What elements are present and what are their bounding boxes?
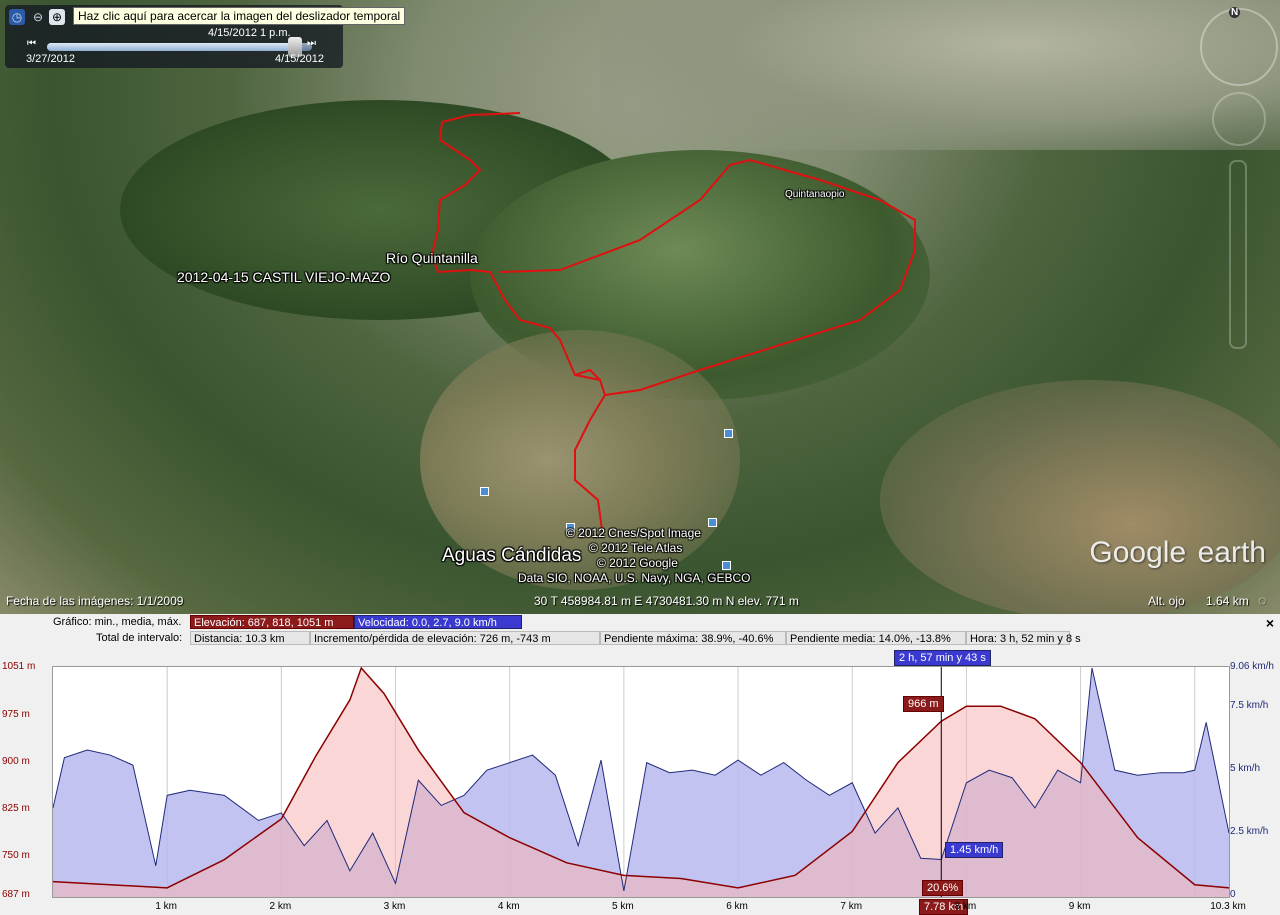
y-tick-right: 2.5 km/h [1230,826,1269,838]
time-slider-current: 4/15/2012 1 p.m. [208,27,291,39]
cursor-slope-tag: 20.6% [922,880,964,896]
y-tick-left: 750 m [2,849,30,861]
y-tick-left: 975 m [2,708,30,720]
distance-stat: Distancia: 10.3 km [190,631,310,645]
copyright-line-2: © 2012 Tele Atlas [589,541,683,555]
place-label[interactable]: Quintanaopio [785,189,845,200]
placemark-icon[interactable] [722,561,731,570]
y-tick-left: 825 m [2,802,30,814]
zoom-in-icon[interactable]: ⊕ [49,9,65,25]
compass-ring[interactable] [1200,8,1278,86]
town-label[interactable]: Aguas Cándidas [442,545,581,567]
elevation-stat-button[interactable]: Elevación: 687, 818, 1051 m [190,615,354,629]
time-slider-end: 4/15/2012 [275,53,324,65]
cursor-time-tag: 2 h, 57 min y 43 s [894,650,991,666]
x-tick: 10.3 km [1210,901,1246,912]
earth-map-view[interactable]: Río Quintanilla 2012-04-15 CASTIL VIEJO-… [0,0,1280,614]
x-tick: 5 km [612,901,634,912]
loading-icon: ◌ [1258,592,1267,608]
copyright-line-4: Data SIO, NOAA, U.S. Navy, NGA, GEBCO [518,571,751,585]
copyright-line-1: © 2012 Cnes/Spot Image [566,526,701,540]
google-earth-logo: Google earth [1089,530,1266,571]
look-joystick[interactable] [1212,92,1266,146]
profile-plot-svg[interactable] [53,667,1229,897]
logo-word-earth: earth [1197,536,1266,569]
x-tick: 1 km [155,901,178,912]
max-slope-stat: Pendiente máxima: 38.9%, -40.6% [600,631,786,645]
clock-icon[interactable]: ◷ [9,9,25,25]
time-stat: Hora: 3 h, 52 min y 8 s [966,631,1081,645]
speed-stat-button[interactable]: Velocidad: 0.0, 2.7, 9.0 km/h [354,615,522,629]
time-slider-fill [47,43,302,51]
cursor-elevation-tag: 966 m [903,696,944,712]
time-slider-start: 3/27/2012 [26,53,75,65]
zoom-out-icon[interactable]: ⊖ [30,9,46,25]
step-back-icon[interactable]: ⏮ [27,38,36,49]
placemark-icon[interactable] [724,429,733,438]
elevation-profile-chart[interactable] [52,666,1230,898]
cursor-speed-tag: 1.45 km/h [945,842,1004,858]
y-tick-right: 0 [1230,889,1236,900]
x-tick: 7 km [840,901,863,912]
track-label[interactable]: 2012-04-15 CASTIL VIEJO-MAZO [177,269,390,285]
x-tick: 6 km [726,901,748,912]
eye-alt-value: 1.64 km [1206,594,1249,608]
placemark-icon[interactable] [480,487,489,496]
x-tick: 3 km [383,901,406,912]
imagery-date: Fecha de las imágenes: 1/1/2009 [6,594,184,608]
graph-stats-row: Gráfico: min., media, máx. Elevación: 68… [0,615,600,629]
graph-label: Gráfico: min., media, máx. [53,616,182,628]
placemark-icon[interactable] [708,518,717,527]
interval-label: Total de intervalo: [96,632,183,644]
zoom-slider[interactable] [1229,160,1247,349]
elevation-profile-panel: × Gráfico: min., media, máx. Elevación: … [0,614,1280,915]
river-label[interactable]: Río Quintanilla [386,250,478,266]
y-tick-left: 900 m [2,755,30,767]
zoom-tooltip: Haz clic aquí para acercar la imagen del… [73,7,406,25]
close-icon[interactable]: × [1266,615,1274,631]
x-tick: 4 km [497,901,520,912]
gain-loss-stat: Incremento/pérdida de elevación: 726 m, … [310,631,600,645]
y-tick-right: 7.5 km/h [1230,700,1269,712]
time-slider-track[interactable] [47,43,312,51]
x-tick: 8 km [954,901,977,912]
coordinates-readout: 30 T 458984.81 m E 4730481.30 m N elev. … [534,594,799,608]
logo-word-google: Google [1089,536,1187,569]
copyright-line-3: © 2012 Google [597,556,678,570]
y-tick-left: 687 m [2,889,30,900]
x-tick: 9 km [1068,901,1091,912]
y-tick-right: 9.06 km/h [1230,661,1274,672]
step-forward-icon[interactable]: ⏭ [307,38,316,49]
gps-track-line[interactable] [0,0,1280,614]
eye-alt-label: Alt. ojo [1148,594,1185,608]
x-tick: 2 km [269,901,292,912]
interval-stats-row: Total de intervalo: Distancia: 10.3 km I… [0,631,1280,645]
y-tick-left: 1051 m [2,661,36,672]
y-tick-right: 5 km/h [1230,763,1261,775]
avg-slope-stat: Pendiente media: 14.0%, -13.8% [786,631,966,645]
